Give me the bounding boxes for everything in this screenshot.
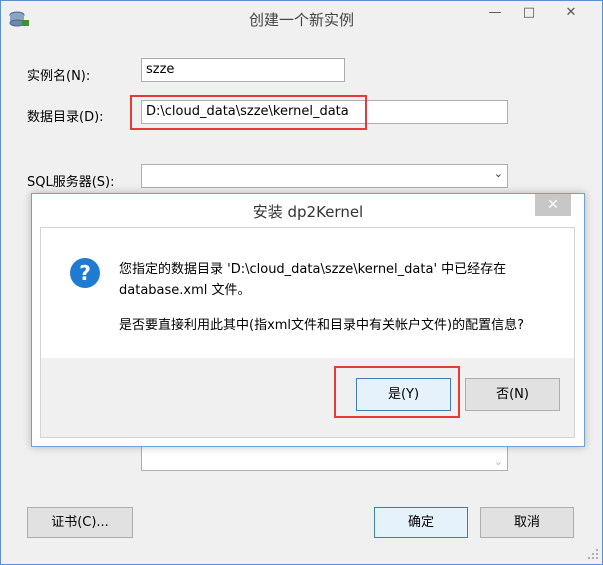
dialog-title: 安装 dp2Kernel <box>252 203 364 221</box>
dialog-message-line2: database.xml 文件。 <box>119 283 251 298</box>
ok-button[interactable]: 确定 <box>374 507 468 538</box>
dialog-body: ? 您指定的数据目录 'D:\cloud_data\szze\kernel_da… <box>40 227 575 438</box>
no-button[interactable]: 否(N) <box>465 378 560 411</box>
confirm-dialog: 安装 dp2Kernel ✕ ? 您指定的数据目录 'D:\cloud_data… <box>31 193 585 447</box>
dialog-title-bar: 安装 dp2Kernel ✕ <box>32 194 584 226</box>
dialog-footer: 是(Y) 否(N) <box>41 358 574 437</box>
resize-grip-icon[interactable] <box>586 547 600 561</box>
data-dir-label: 数据目录(D): <box>27 110 104 125</box>
cert-button[interactable]: 证书(C)... <box>27 507 133 538</box>
minimize-button[interactable]: — <box>478 5 512 29</box>
question-icon: ? <box>69 257 101 289</box>
instance-name-input[interactable]: szze <box>141 58 345 82</box>
sql-server-select[interactable]: ⌄ <box>141 164 508 188</box>
data-dir-highlight <box>130 95 367 130</box>
dialog-message-line3: 是否要直接利用此其中(指xml文件和目录中有关帐户文件)的配置信息? <box>119 318 525 333</box>
title-bar: 创建一个新实例 — □ ✕ <box>1 1 602 36</box>
dialog-close-button[interactable]: ✕ <box>535 194 571 216</box>
chevron-down-icon: ⌄ <box>493 455 503 468</box>
chevron-down-icon: ⌄ <box>493 167 503 180</box>
svg-text:?: ? <box>79 261 91 285</box>
close-button[interactable]: ✕ <box>546 5 596 29</box>
instance-name-label: 实例名(N): <box>27 69 91 84</box>
sql-server-label: SQL服务器(S): <box>27 175 115 190</box>
yes-button-highlight <box>334 366 460 418</box>
cancel-button[interactable]: 取消 <box>480 507 574 538</box>
maximize-button[interactable]: □ <box>512 5 546 29</box>
dialog-message-line1: 您指定的数据目录 'D:\cloud_data\szze\kernel_data… <box>119 262 507 277</box>
